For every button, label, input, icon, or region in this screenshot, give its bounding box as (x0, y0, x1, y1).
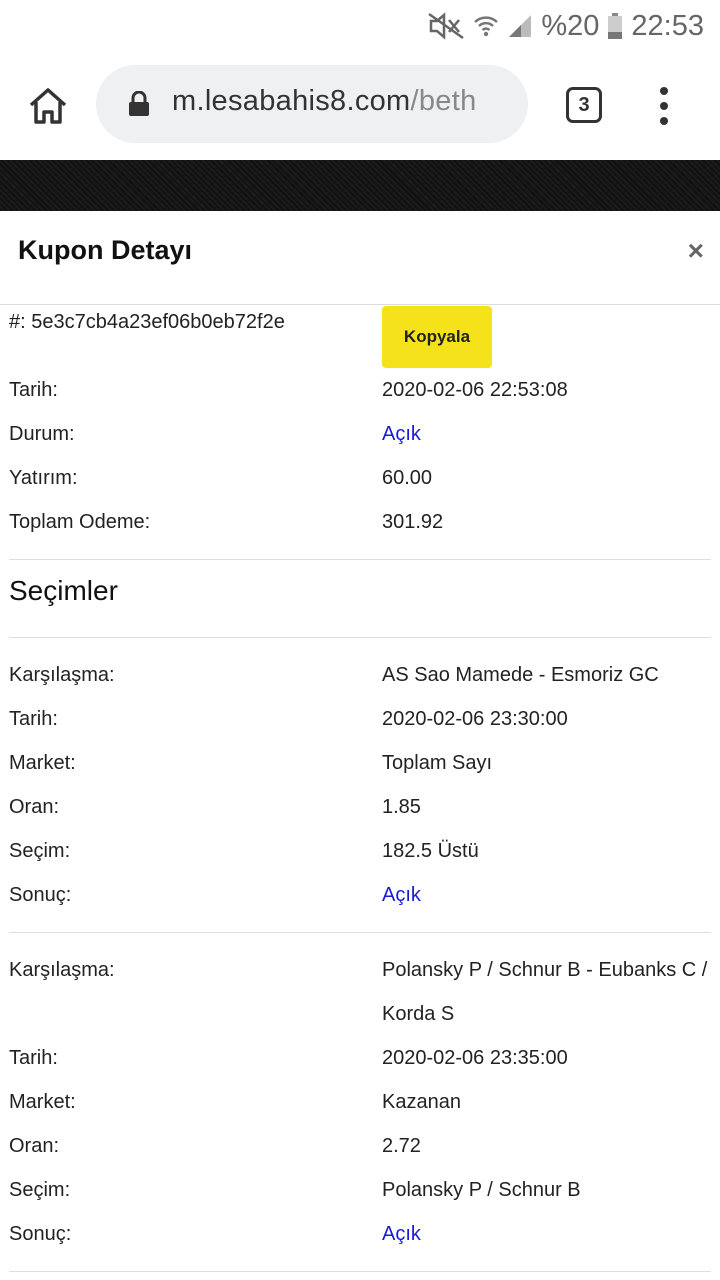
url-path: /beth (410, 85, 477, 117)
wifi-icon (473, 12, 499, 40)
selection-value: Kazanan (382, 1091, 461, 1113)
info-value: 2020-02-06 22:53:08 (382, 379, 568, 401)
clock: 22:53 (631, 9, 704, 42)
site-header-band (0, 160, 720, 211)
divider (9, 1271, 711, 1272)
divider (9, 637, 711, 638)
selection-value: 2.72 (382, 1135, 421, 1157)
hash-label: #: (9, 311, 26, 333)
close-icon[interactable]: × (688, 237, 704, 265)
selection-label: Seçim: (9, 840, 71, 862)
address-bar[interactable]: m.lesabahis8.com/beth (96, 65, 528, 143)
selection-value: AS Sao Mamede - Esmoriz GC (382, 664, 659, 686)
hash-value: 5e3c7cb4a23ef06b0eb72f2e (31, 311, 285, 333)
info-value: 301.92 (382, 511, 444, 533)
tab-switcher-button[interactable]: 3 (566, 87, 602, 123)
info-label: Toplam Odeme: (9, 511, 151, 533)
selection-value: Toplam Sayı (382, 752, 493, 774)
selection-label: Market: (9, 1091, 76, 1113)
selection-label: Seçim: (9, 1179, 71, 1201)
selection-label: Karşılaşma: (9, 664, 115, 686)
selection-value: 182.5 Üstü (382, 840, 479, 862)
selection-value: Polansky P / Schnur B - Eubanks C / Kord… (382, 959, 708, 1025)
mute-icon (427, 12, 465, 40)
home-icon[interactable] (26, 84, 70, 128)
info-value: 60.00 (382, 467, 433, 489)
coupon-hash: #: 5e3c7cb4a23ef06b0eb72f2e (9, 311, 285, 334)
url-domain: m.lesabahis8.com (172, 85, 411, 117)
result-value: Açık (382, 884, 421, 906)
modal-title: Kupon Detayı (18, 235, 193, 265)
selection-label: Tarih: (9, 708, 58, 730)
overflow-menu-icon[interactable] (656, 87, 672, 125)
selection-label: Sonuç: (9, 1223, 72, 1245)
copy-button[interactable]: Kopyala (382, 306, 492, 368)
status-icons: %20 22:53 (427, 8, 704, 44)
selection-label: Oran: (9, 1135, 60, 1157)
coupon-detail-modal: Kupon Detayı × #: 5e3c7cb4a23ef06b0eb72f… (0, 211, 720, 1280)
selection-value: 2020-02-06 23:35:00 (382, 1047, 568, 1069)
divider (9, 559, 711, 560)
selection-value: Polansky P / Schnur B (382, 1179, 581, 1201)
info-label: Tarih: (9, 379, 58, 401)
divider (9, 932, 711, 933)
selection-label: Oran: (9, 796, 60, 818)
result-value: Açık (382, 1223, 421, 1245)
info-label: Durum: (9, 423, 75, 445)
url-text: m.lesabahis8.com/beth (172, 85, 477, 118)
info-label: Yatırım: (9, 467, 78, 489)
modal-header: Kupon Detayı × (0, 211, 720, 305)
selection-label: Sonuç: (9, 884, 72, 906)
status-bar: %20 22:53 (0, 0, 720, 52)
lock-icon (128, 90, 150, 122)
battery-percent: %20 (541, 9, 600, 42)
selections-title: Seçimler (9, 575, 118, 606)
battery-icon (607, 12, 623, 40)
browser-toolbar: m.lesabahis8.com/beth 3 (0, 52, 720, 160)
status-value: Açık (382, 423, 421, 445)
selection-label: Market: (9, 752, 76, 774)
selection-label: Tarih: (9, 1047, 58, 1069)
selection-value: 2020-02-06 23:30:00 (382, 708, 568, 730)
selection-label: Karşılaşma: (9, 959, 115, 981)
selection-value: 1.85 (382, 796, 421, 818)
signal-icon (507, 13, 533, 39)
